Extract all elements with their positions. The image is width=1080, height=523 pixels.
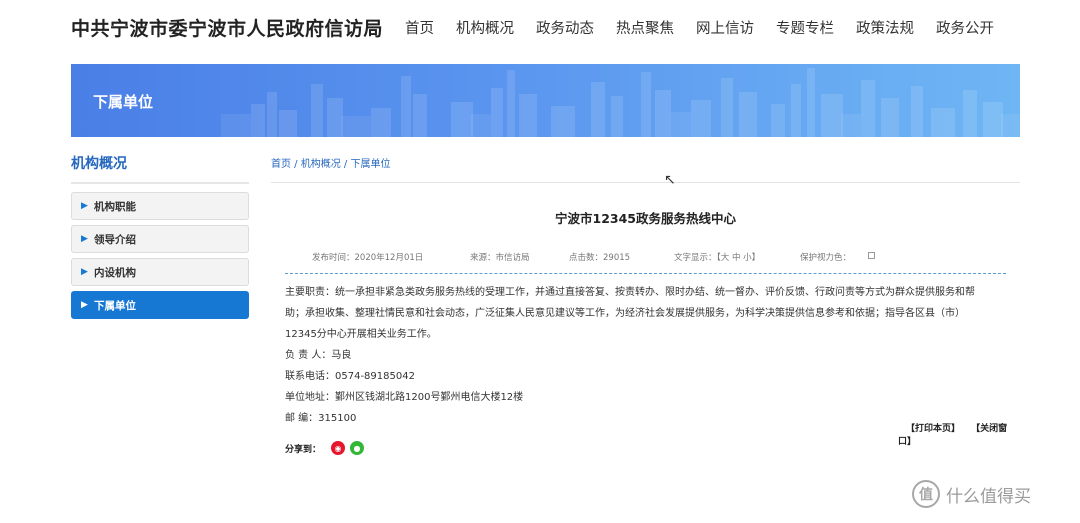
publish-date: 发布时间：2020年12月01日 (312, 253, 424, 263)
article-meta: 发布时间：2020年12月01日 来源：市信访局 点击数：29015 文字显示：… (271, 251, 1020, 265)
nav-item-organization[interactable]: 机构概况 (456, 17, 514, 38)
sidebar-title: 机构概况 (71, 153, 249, 184)
article-title: 宁波市12345政务服务热线中心 (555, 211, 736, 226)
color-swatch[interactable] (868, 252, 875, 259)
watermark-logo-icon: 值 (912, 480, 940, 508)
sidebar-item-label: 领导介绍 (94, 233, 136, 246)
sidebar-item-label: 下属单位 (94, 299, 136, 312)
duties-text: 12345分中心开展相关业务工作。 (285, 329, 437, 340)
page-actions: 【打印本页】 【关闭窗口】 (898, 421, 1020, 447)
nav-item-policies[interactable]: 政策法规 (856, 17, 914, 38)
sidebar-item-departments[interactable]: ▶ 内设机构 (71, 258, 249, 286)
person-in-charge: 负 责 人：马良 (285, 350, 352, 361)
sidebar: 机构概况 ▶ 机构职能 ▶ 领导介绍 ▶ 内设机构 ▶ 下属单位 (71, 153, 249, 324)
nav-item-home[interactable]: 首页 (405, 17, 434, 38)
chevron-right-icon: ▶ (81, 234, 88, 244)
site-header: 中共宁波市委宁波市人民政府信访局 首页 机构概况 政务动态 热点聚焦 网上信访 … (0, 0, 1080, 62)
breadcrumb: 首页 / 机构概况 / 下属单位 (271, 155, 1020, 183)
sidebar-item-leadership[interactable]: ▶ 领导介绍 (71, 225, 249, 253)
eye-protection-label: 保护视力色： (800, 253, 852, 263)
wechat-icon[interactable]: ● (350, 441, 365, 455)
article-body: 主要职责：统一承担非紧急类政务服务热线的受理工作，并通过直接答复、按责转办、限时… (285, 282, 1006, 429)
banner-title: 下属单位 (93, 93, 154, 111)
nav-item-hot-topics[interactable]: 热点聚焦 (616, 17, 674, 38)
chevron-right-icon: ▶ (81, 201, 88, 211)
sidebar-item-functions[interactable]: ▶ 机构职能 (71, 192, 249, 220)
page-banner: 下属单位 (71, 64, 1020, 137)
main-content: 首页 / 机构概况 / 下属单位 宁波市12345政务服务热线中心 发布时间：2… (271, 155, 1020, 455)
duties-text: 助；承担收集、整理社情民意和社会动态，广泛征集人民意见建议等工作，为经济社会发展… (285, 308, 965, 319)
site-title[interactable]: 中共宁波市委宁波市人民政府信访局 (71, 14, 383, 41)
font-size-selector[interactable]: 文字显示：【大 中 小】 (674, 251, 760, 263)
sidebar-item-label: 机构职能 (94, 200, 136, 213)
main-nav: 首页 机构概况 政务动态 热点聚焦 网上信访 专题专栏 政策法规 政务公开 (405, 17, 1016, 38)
nav-item-special-columns[interactable]: 专题专栏 (776, 17, 834, 38)
duties-text: 主要职责：统一承担非紧急类政务服务热线的受理工作，并通过直接答复、按责转办、限时… (285, 287, 975, 298)
share-label: 分享到： (285, 444, 322, 455)
print-page-link[interactable]: 【打印本页】 (906, 424, 960, 434)
breadcrumb-organization[interactable]: 机构概况 (301, 159, 341, 170)
nav-item-online-petition[interactable]: 网上信访 (696, 17, 754, 38)
breadcrumb-separator: / (291, 159, 301, 170)
share-bar: 分享到： ◉ ● (285, 441, 365, 455)
view-count: 点击数：29015 (569, 253, 631, 263)
unit-address: 单位地址：鄞州区钱湖北路1200号鄞州电信大楼12楼 (285, 392, 524, 403)
mouse-cursor-icon: ↖ (664, 172, 676, 188)
sidebar-item-subordinate-units[interactable]: ▶ 下属单位 (71, 291, 249, 319)
nav-item-public-affairs[interactable]: 政务公开 (936, 17, 994, 38)
watermark: 值 什么值得买 (912, 480, 1031, 508)
breadcrumb-current[interactable]: 下属单位 (350, 159, 390, 170)
divider (285, 273, 1006, 274)
weibo-icon[interactable]: ◉ (331, 441, 346, 455)
city-skyline-graphic (221, 68, 1020, 137)
contact-phone: 联系电话：0574-89185042 (285, 371, 415, 382)
chevron-right-icon: ▶ (81, 300, 88, 310)
watermark-text: 什么值得买 (946, 486, 1031, 507)
breadcrumb-separator: / (340, 159, 351, 170)
nav-item-news[interactable]: 政务动态 (536, 17, 594, 38)
sidebar-item-label: 内设机构 (94, 266, 136, 279)
article-source: 来源：市信访局 (470, 253, 530, 263)
breadcrumb-home[interactable]: 首页 (271, 159, 291, 170)
chevron-right-icon: ▶ (81, 267, 88, 277)
